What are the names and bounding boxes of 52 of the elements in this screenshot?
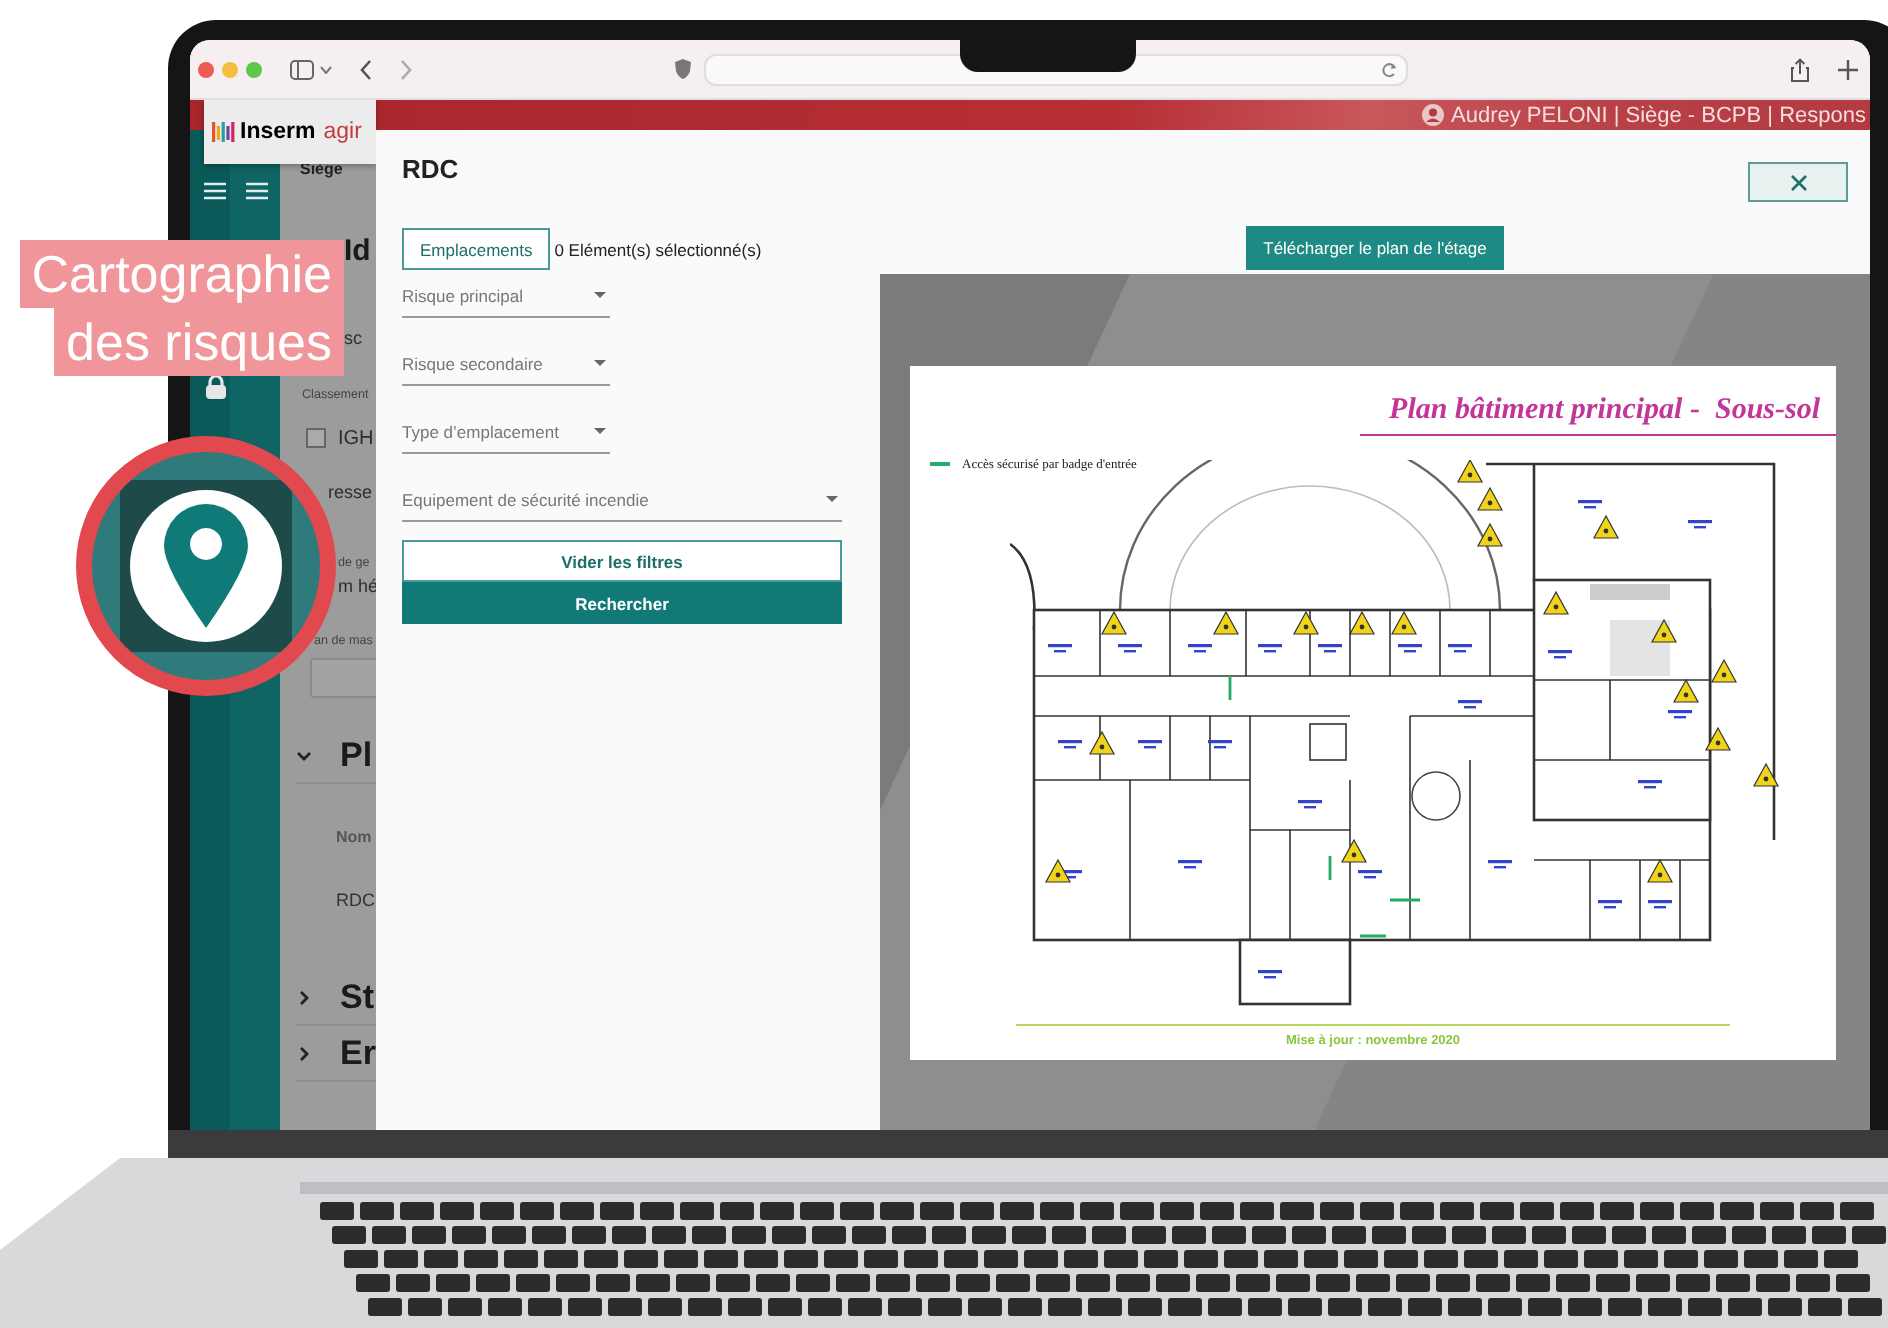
- map-pin-icon: [164, 504, 248, 628]
- input-field[interactable]: [310, 658, 376, 698]
- plan-title: Plan bâtiment principal - Sous-sol: [1389, 394, 1820, 428]
- caret-icon: [594, 428, 606, 434]
- section-title[interactable]: Pl: [340, 736, 373, 776]
- plus-icon[interactable]: [1838, 59, 1858, 79]
- brand-name: Inserm: [240, 120, 316, 144]
- user-icon[interactable]: [1421, 104, 1444, 126]
- close-window-icon[interactable]: [198, 61, 214, 77]
- dialog-title: RDC: [402, 154, 459, 184]
- chevron-right-icon[interactable]: [296, 990, 312, 1006]
- promo-label: Cartographie: [19, 240, 344, 308]
- forward-icon[interactable]: [400, 59, 412, 79]
- dropdown-field[interactable]: Risque secondaire: [402, 346, 610, 386]
- dropdown-field[interactable]: Equipement de sécurité incendie: [402, 482, 842, 522]
- locations-button[interactable]: Emplacements: [402, 228, 551, 270]
- chevron-right-icon[interactable]: [296, 1046, 312, 1062]
- close-button[interactable]: [1748, 162, 1848, 202]
- menu-icon[interactable]: [203, 182, 225, 200]
- section-title[interactable]: Er: [340, 1034, 376, 1074]
- clear-filters-button[interactable]: Vider les filtres: [402, 540, 842, 582]
- field-value: resse: [328, 482, 375, 506]
- share-icon[interactable]: [1790, 57, 1810, 81]
- close-icon: [1789, 173, 1807, 191]
- lock-icon[interactable]: [203, 374, 227, 400]
- dropdown-field[interactable]: Type d’emplacement: [402, 414, 610, 454]
- brand-suffix: agir: [323, 120, 362, 144]
- reload-icon[interactable]: [1382, 61, 1398, 77]
- shield-icon[interactable]: [674, 58, 692, 80]
- caret-icon: [594, 360, 606, 366]
- dropdown-field[interactable]: Risque principal: [402, 278, 610, 318]
- section-title[interactable]: St: [340, 978, 374, 1018]
- selection-count: 0 Elément(s) sélectionné(s): [554, 239, 762, 259]
- caret-icon: [594, 292, 606, 298]
- page-heading: Id: [344, 234, 373, 272]
- sidebar-icon[interactable]: [290, 59, 314, 79]
- chevron-down-icon[interactable]: [296, 748, 312, 764]
- back-icon[interactable]: [360, 59, 372, 79]
- field-value: sc: [344, 328, 364, 352]
- breadcrumb[interactable]: Siège: [300, 160, 376, 178]
- promo-label: des risques: [54, 308, 344, 376]
- menu-icon[interactable]: [245, 182, 267, 200]
- checkbox-label: IGH: [338, 427, 374, 449]
- chevron-down-icon[interactable]: [320, 65, 332, 73]
- download-button[interactable]: Télécharger le plan de l'étage: [1245, 225, 1505, 269]
- caret-icon: [826, 496, 838, 502]
- user-info[interactable]: Audrey PELONI | Siège - BCPB | Respons: [1451, 103, 1866, 127]
- column-header: Nom: [336, 828, 374, 850]
- search-button[interactable]: Rechercher: [402, 582, 842, 624]
- bars-logo-icon: [212, 116, 236, 148]
- checkbox[interactable]: [306, 428, 326, 448]
- table-cell: RDC: [336, 890, 376, 914]
